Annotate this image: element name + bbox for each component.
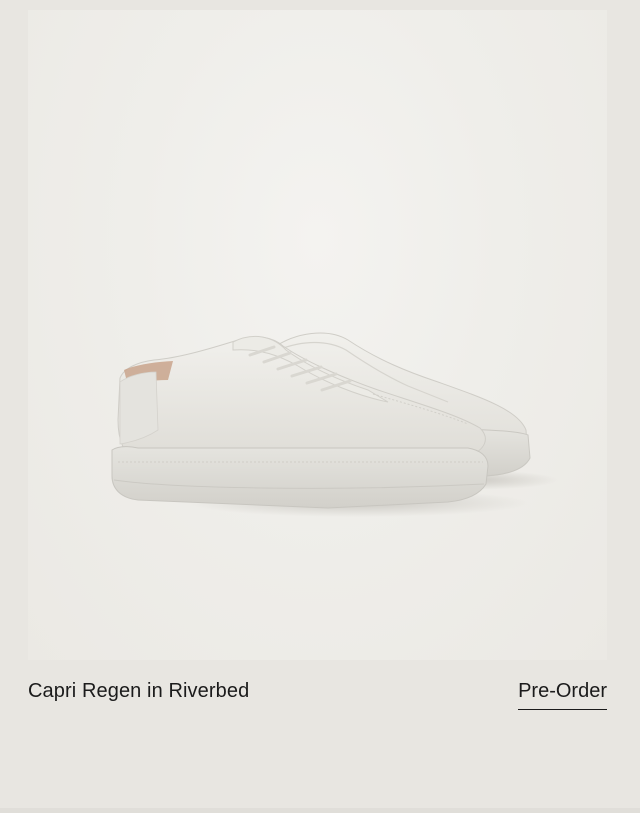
bottom-divider xyxy=(0,808,640,813)
product-name[interactable]: Capri Regen in Riverbed xyxy=(28,680,249,703)
sneaker-icon xyxy=(111,332,558,517)
product-footer: Capri Regen in Riverbed Pre-Order xyxy=(28,676,607,716)
product-image[interactable] xyxy=(28,10,607,660)
product-card[interactable]: Capri Regen in Riverbed Pre-Order xyxy=(0,0,640,813)
pre-order-link[interactable]: Pre-Order xyxy=(518,680,607,710)
